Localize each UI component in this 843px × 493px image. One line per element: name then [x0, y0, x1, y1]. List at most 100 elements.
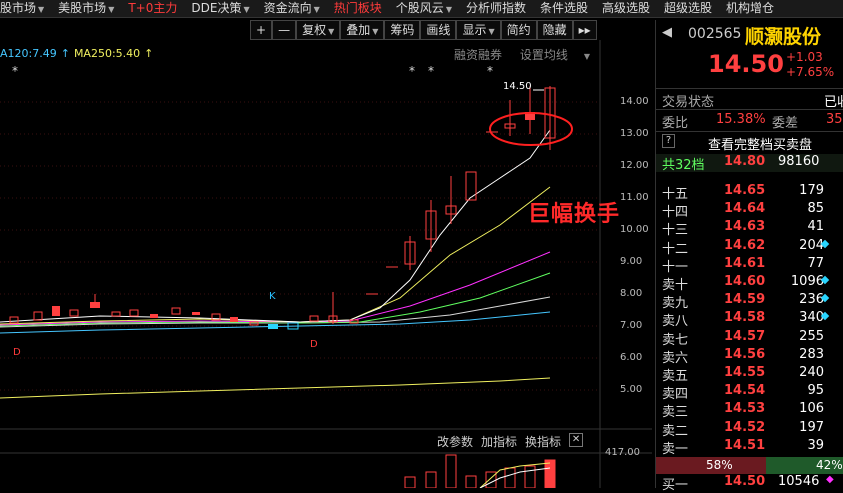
order-qty: 204 [799, 237, 824, 253]
order-price: 14.56 [724, 346, 766, 362]
candles-rally [366, 86, 556, 295]
order-book-row: 卖八 14.58 340 [656, 310, 843, 329]
simple-mode-button[interactable]: 简约 [500, 20, 537, 40]
order-qty: 95 [807, 383, 824, 399]
full-book-row: ? 查看完整档买卖盘 [656, 134, 843, 153]
menu-item[interactable]: 美股市场 ▼ [58, 0, 121, 17]
menu-item[interactable]: 高级选股 [602, 0, 657, 17]
chevron-down-icon: ▼ [313, 5, 320, 14]
total-label: 共32档 [662, 158, 705, 173]
buy-ratio: 42% [816, 458, 843, 472]
menu-item[interactable]: 分析师指数 [466, 0, 533, 17]
help-icon[interactable]: ? [662, 134, 675, 148]
y-axis-tick: 5.00 [620, 384, 643, 395]
overlay-label: 叠加 [346, 23, 371, 37]
order-level: 卖一 [662, 441, 689, 457]
weibi-value: 15.38% [716, 112, 766, 127]
order-price: 14.65 [724, 183, 766, 198]
order-book-row: 卖七 14.57 255 [656, 329, 843, 348]
ma250-line [0, 377, 551, 399]
star-marker: * [409, 64, 415, 78]
peak-price-label: 14.50 [503, 81, 532, 92]
star-marker: * [12, 64, 18, 78]
change-params-button[interactable]: 改参数 [437, 433, 473, 450]
order-price: 14.55 [724, 365, 766, 380]
candle [465, 171, 477, 201]
close-icon[interactable]: ✕ [569, 433, 584, 447]
stock-change: +1.03 +7.65% [786, 50, 834, 80]
buy1-mark: ◆ [826, 474, 834, 485]
kline-chart[interactable] [0, 40, 652, 488]
add-indicator-button[interactable]: 加指标 [481, 433, 517, 450]
order-price: 14.58 [724, 310, 766, 326]
y-axis-tick: 6.00 [620, 352, 643, 363]
weibi-row: 委比 15.38% 委差 35 [656, 112, 843, 131]
order-qty: 236 [799, 292, 824, 308]
menu-item-label: T+0主力 [128, 1, 178, 15]
weicha-label: 委差 [772, 116, 799, 131]
display-button[interactable]: 显示 ▼ [456, 20, 501, 40]
order-level: 卖六 [662, 350, 689, 366]
buy1-price: 14.50 [724, 474, 766, 489]
order-book-row: 卖四 14.54 95 [656, 383, 843, 403]
switch-indicator-button[interactable]: 换指标 [525, 433, 561, 450]
order-book-row: 十五 14.65 179 [656, 183, 843, 202]
overlay-button[interactable]: 叠加 ▼ [340, 20, 385, 40]
order-price: 14.59 [724, 292, 766, 308]
buy1-row: 买一 14.50 10546 ◆ [656, 474, 843, 493]
total-price: 14.80 [724, 154, 766, 169]
chevron-down-icon: ▼ [243, 5, 250, 14]
menu-item[interactable]: 股市场 ▼ [0, 0, 51, 17]
full-book-link[interactable]: 查看完整档买卖盘 [708, 134, 812, 153]
buy1-level: 买一 [662, 478, 689, 493]
menu-item[interactable]: 个股风云 ▼ [396, 0, 459, 17]
total-row: 共32档 14.80 98160 [656, 154, 843, 173]
menu-item[interactable]: 超级选股 [664, 0, 719, 17]
fuquan-label: 复权 [302, 23, 327, 37]
order-book-row: 十四 14.64 85 [656, 201, 843, 221]
order-qty: 340 [799, 310, 824, 326]
menu-item-label: 个股风云 [395, 1, 444, 15]
order-book-row: 卖三 14.53 106 [656, 401, 843, 420]
menu-item[interactable]: 机构增仓 [726, 0, 781, 17]
chevron-down-icon: ▼ [488, 27, 495, 36]
order-level: 卖七 [662, 332, 689, 348]
order-qty: 39 [807, 437, 824, 453]
chips-button[interactable]: 筹码 [384, 20, 421, 40]
menu-item[interactable]: 资金流向 ▼ [264, 0, 327, 17]
menu-item-label: 资金流向 [263, 1, 312, 15]
order-qty: 1096 [790, 274, 824, 289]
menu-item[interactable]: DDE决策 ▼ [191, 0, 256, 17]
order-level: 卖四 [662, 387, 689, 403]
y-axis-tick: 11.00 [620, 192, 649, 203]
hide-button[interactable]: 隐藏 [536, 20, 573, 40]
order-book-row: 卖九 14.59 236 [656, 292, 843, 311]
order-level: 卖二 [662, 423, 689, 439]
order-price: 14.62 [724, 237, 766, 253]
menu-item-label: 分析师指数 [465, 1, 526, 15]
order-level: 卖十 [662, 278, 689, 293]
k-marker: K [269, 291, 276, 302]
divider [656, 88, 843, 89]
order-price: 14.63 [724, 219, 766, 235]
menu-item[interactable]: 热门板块 [334, 0, 389, 17]
annotation-text: 巨幅换手 [528, 202, 621, 227]
draw-line-button[interactable]: 画线 [420, 20, 457, 40]
order-book-row: 卖六 14.56 283 [656, 346, 843, 366]
total-qty: 98160 [778, 154, 820, 169]
y-axis-tick: 8.00 [620, 288, 643, 299]
stock-name: 顺灏股份 [745, 26, 822, 48]
star-marker: * [428, 64, 434, 78]
ma20-line [0, 251, 551, 326]
menu-item[interactable]: T+0主力 [128, 0, 184, 17]
change-percent: +7.65% [786, 65, 835, 79]
fuquan-button[interactable]: 复权 ▼ [296, 20, 341, 40]
menu-item[interactable]: 条件选股 [540, 0, 595, 17]
back-arrow-icon[interactable]: ◀ [662, 25, 672, 40]
zoom-out-button[interactable]: — [272, 20, 297, 40]
zoom-in-button[interactable]: + [250, 20, 273, 40]
order-level: 十四 [662, 205, 689, 221]
ma10-line [0, 186, 551, 325]
d-marker: D [310, 339, 318, 350]
expand-icon[interactable]: ▸▸ [572, 20, 597, 40]
